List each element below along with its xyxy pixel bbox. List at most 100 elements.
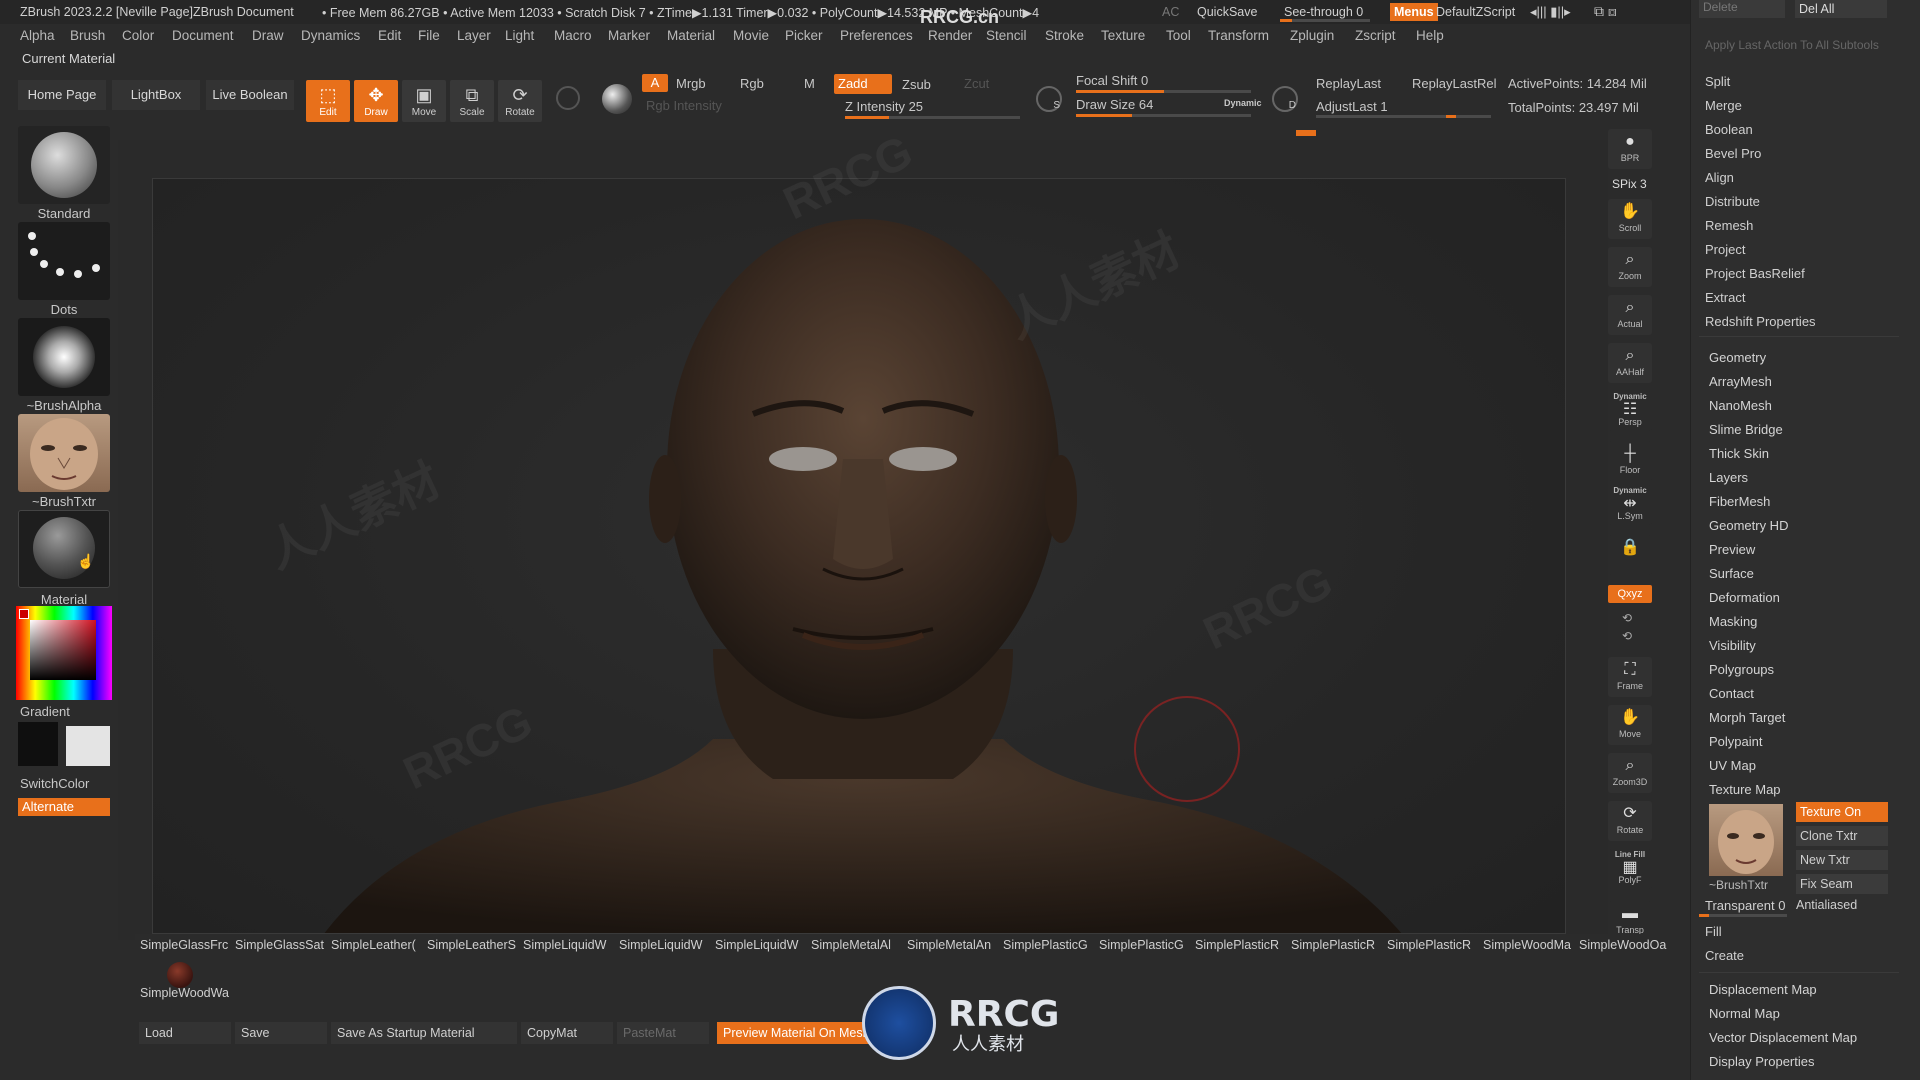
menus-toggle[interactable]: Menus	[1390, 3, 1438, 21]
alternate-button[interactable]: Alternate	[18, 798, 110, 816]
material-item[interactable]: SimplePlasticR	[1195, 938, 1291, 952]
qxyz-toggle[interactable]: Qxyz	[1608, 585, 1652, 603]
tool-slime-bridge[interactable]: Slime Bridge	[1709, 422, 1783, 437]
menu-color[interactable]: Color	[122, 28, 154, 43]
see-through-slider[interactable]: See-through 0	[1284, 5, 1363, 19]
menu-edit[interactable]: Edit	[378, 28, 401, 43]
subtool-redshift-properties[interactable]: Redshift Properties	[1705, 314, 1816, 329]
zoom-button[interactable]: ⌕ Zoom	[1608, 247, 1652, 287]
rgb-intensity-slider[interactable]: Rgb Intensity	[646, 98, 722, 113]
subtool-project[interactable]: Project	[1705, 242, 1745, 257]
apply-last-action-toggle[interactable]: Apply Last Action To All Subtools	[1705, 38, 1879, 52]
material-item[interactable]: SimpleLiquidW	[523, 938, 619, 952]
new-txtr-button[interactable]: New Txtr	[1796, 850, 1888, 870]
tool-arraymesh[interactable]: ArrayMesh	[1709, 374, 1772, 389]
home-page-button[interactable]: Home Page	[18, 80, 106, 110]
dynamic-toggle[interactable]: Dynamic	[1224, 98, 1262, 108]
menu-light[interactable]: Light	[505, 28, 534, 43]
quicksave-button[interactable]: QuickSave	[1197, 5, 1257, 19]
menu-preferences[interactable]: Preferences	[840, 28, 913, 43]
menu-stencil[interactable]: Stencil	[986, 28, 1027, 43]
secondary-color-swatch[interactable]	[18, 722, 58, 766]
material-item[interactable]: SimplePlasticR	[1387, 938, 1483, 952]
material-sphere-icon[interactable]	[167, 962, 193, 988]
subtool-remesh[interactable]: Remesh	[1705, 218, 1753, 233]
tool-thick-skin[interactable]: Thick Skin	[1709, 446, 1769, 461]
menu-document[interactable]: Document	[172, 28, 234, 43]
menu-marker[interactable]: Marker	[608, 28, 650, 43]
active-color-swatch[interactable]	[19, 609, 29, 619]
tool-geometry-hd[interactable]: Geometry HD	[1709, 518, 1788, 533]
menu-transform[interactable]: Transform	[1208, 28, 1269, 43]
material-item[interactable]: SimplePlasticR	[1291, 938, 1387, 952]
subtool-split[interactable]: Split	[1705, 74, 1730, 89]
material-thumbnail[interactable]: ☝	[18, 510, 110, 588]
tool-geometry[interactable]: Geometry	[1709, 350, 1766, 365]
document-canvas[interactable]	[152, 178, 1566, 934]
window-size-icon[interactable]: ◂||| ▮||▸	[1530, 4, 1571, 20]
zsub-toggle[interactable]: Zsub	[902, 77, 931, 92]
draw-size-track[interactable]	[1076, 114, 1251, 117]
m-toggle[interactable]: M	[804, 76, 815, 91]
subtool-bevel-pro[interactable]: Bevel Pro	[1705, 146, 1761, 161]
replay-last-button[interactable]: ReplayLast	[1316, 76, 1381, 91]
subtool-extract[interactable]: Extract	[1705, 290, 1745, 305]
aahalf-button[interactable]: ⌕ AAHalf	[1608, 343, 1652, 383]
lsym-button[interactable]: Dynamic ⇹ L.Sym	[1608, 485, 1652, 525]
a-toggle[interactable]: A	[642, 74, 668, 92]
del-all-button[interactable]: Del All	[1795, 0, 1887, 18]
lightbox-button[interactable]: LightBox	[112, 80, 200, 110]
rotate-mode-button[interactable]: ⟳ Rotate	[498, 80, 542, 122]
menu-layer[interactable]: Layer	[457, 28, 491, 43]
texture-on-toggle[interactable]: Texture On	[1796, 802, 1888, 822]
z-intensity-track[interactable]	[845, 116, 1020, 119]
tool-morph-target[interactable]: Morph Target	[1709, 710, 1785, 725]
subtool-distribute[interactable]: Distribute	[1705, 194, 1760, 209]
tool-contact[interactable]: Contact	[1709, 686, 1754, 701]
save-startup-material-button[interactable]: Save As Startup Material	[331, 1022, 517, 1044]
material-item[interactable]: SimpleMetalAl	[811, 938, 907, 952]
subtool-project-basrelief[interactable]: Project BasRelief	[1705, 266, 1805, 281]
replay-last-rel-button[interactable]: ReplayLastRel	[1412, 76, 1497, 91]
zadd-toggle[interactable]: Zadd	[834, 74, 892, 94]
primary-color-swatch[interactable]	[66, 726, 110, 766]
menu-material[interactable]: Material	[667, 28, 715, 43]
scroll-button[interactable]: ✋ Scroll	[1608, 199, 1652, 239]
selected-material-name[interactable]: SimpleWoodWa	[140, 986, 229, 1000]
scale-mode-button[interactable]: ⧉ Scale	[450, 80, 494, 122]
tool-uv-map[interactable]: UV Map	[1709, 758, 1756, 773]
tool-vector-displacement-map[interactable]: Vector Displacement Map	[1709, 1030, 1857, 1045]
tool-polypaint[interactable]: Polypaint	[1709, 734, 1762, 749]
adjust-last-track[interactable]	[1316, 115, 1491, 118]
menu-stroke[interactable]: Stroke	[1045, 28, 1084, 43]
delete-button[interactable]: Delete	[1699, 0, 1785, 18]
menu-texture[interactable]: Texture	[1101, 28, 1145, 43]
tool-deformation[interactable]: Deformation	[1709, 590, 1780, 605]
gizmo-sphere-icon[interactable]	[556, 86, 580, 110]
material-sphere-icon[interactable]	[602, 84, 632, 114]
head-sculpt-render[interactable]	[153, 179, 1566, 934]
tool-normal-map[interactable]: Normal Map	[1709, 1006, 1780, 1021]
s-dial-icon[interactable]: S	[1036, 86, 1062, 112]
d-dial-icon[interactable]: D	[1272, 86, 1298, 112]
live-boolean-button[interactable]: Live Boolean	[206, 80, 294, 110]
layout-icon[interactable]: ⧉ ⧈	[1594, 3, 1617, 20]
brush-thumbnail[interactable]	[18, 126, 110, 204]
material-item[interactable]: SimpleLeather(	[331, 938, 427, 952]
persp-button[interactable]: Dynamic ☷ Persp	[1608, 391, 1652, 431]
focal-shift-track[interactable]	[1076, 90, 1251, 93]
menu-dynamics[interactable]: Dynamics	[301, 28, 360, 43]
bpr-button[interactable]: ● BPR	[1608, 129, 1652, 169]
menu-movie[interactable]: Movie	[733, 28, 769, 43]
texture-map-thumbnail[interactable]	[1709, 804, 1783, 876]
color-saturation-square[interactable]	[30, 620, 96, 680]
save-material-button[interactable]: Save	[235, 1022, 327, 1044]
menu-render[interactable]: Render	[928, 28, 972, 43]
fix-seam-button[interactable]: Fix Seam	[1796, 874, 1888, 894]
fill-button[interactable]: Fill	[1705, 924, 1722, 939]
menu-picker[interactable]: Picker	[785, 28, 823, 43]
menu-brush[interactable]: Brush	[70, 28, 105, 43]
lock-button[interactable]: 🔒	[1608, 535, 1652, 575]
subtool-merge[interactable]: Merge	[1705, 98, 1742, 113]
menu-zplugin[interactable]: Zplugin	[1290, 28, 1334, 43]
